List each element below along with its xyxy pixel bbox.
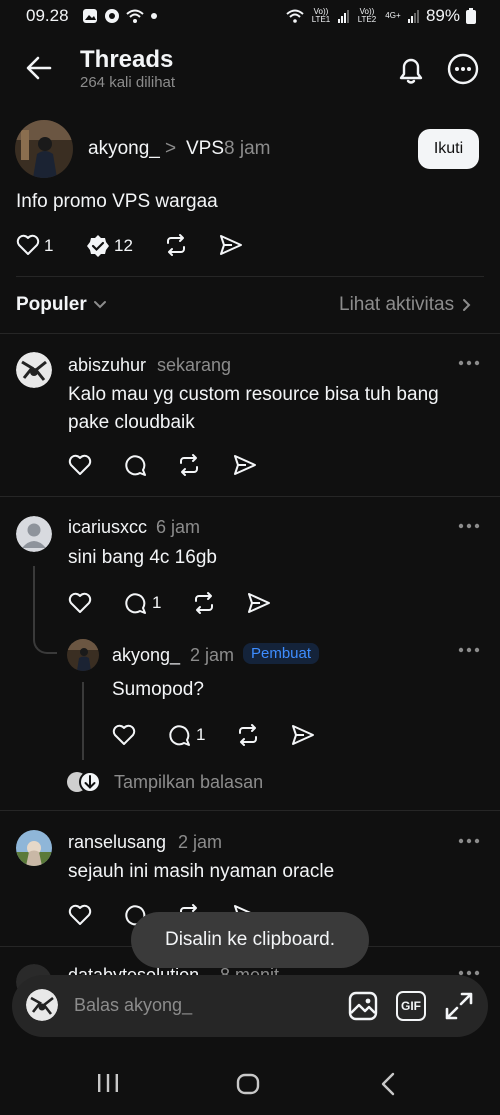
divider: [0, 810, 500, 811]
divider: [16, 276, 484, 277]
my-avatar: [26, 989, 58, 1021]
status-bar: 09.28 Vo)) LTE1 Vo)) LTE2 4G+ 89%: [0, 0, 500, 34]
comment-actions: 1: [66, 590, 286, 618]
follow-button[interactable]: Ikuti: [418, 129, 479, 169]
post-separator: >: [165, 138, 177, 159]
comment-text: Kalo mau yg custom resource bisa tuh ban…: [68, 384, 439, 433]
comment-icon[interactable]: [167, 723, 191, 747]
verified-reply-icon[interactable]: [86, 234, 110, 258]
page-title: Threads: [80, 46, 174, 73]
comment-time: 2 jam: [178, 832, 223, 852]
gif-label: GIF: [401, 999, 421, 1013]
post-community[interactable]: VPS: [186, 138, 224, 160]
battery-icon: [466, 8, 476, 24]
bell-icon[interactable]: [396, 54, 426, 86]
post-text: Info promo VPS wargaa: [16, 191, 218, 212]
comment-avatar[interactable]: [16, 352, 52, 388]
creator-badge: Pembuat: [243, 643, 320, 664]
comment-time: 6 jam: [156, 517, 201, 537]
share-icon[interactable]: [233, 454, 257, 476]
comment-time: sekarang: [157, 355, 232, 375]
share-icon[interactable]: [247, 592, 271, 614]
share-icon[interactable]: [219, 234, 243, 256]
reply-text: Sumopod?: [112, 679, 204, 700]
like-icon[interactable]: [16, 234, 40, 256]
reply-avatars-stack-icon: [67, 771, 101, 793]
comment-author[interactable]: ranselusang: [68, 832, 166, 853]
thread-line: [82, 682, 84, 760]
sort-dropdown[interactable]: Populer: [16, 294, 107, 316]
like-icon[interactable]: [112, 724, 136, 746]
back-arrow-icon[interactable]: [26, 56, 52, 80]
reply-count: 12: [114, 236, 133, 255]
chevron-down-icon: [93, 301, 106, 309]
camera-icon: [105, 9, 119, 23]
post-author-avatar[interactable]: [15, 120, 73, 178]
show-replies-link[interactable]: Tampilkan balasan: [66, 770, 263, 794]
more-icon[interactable]: [458, 523, 480, 529]
expand-icon[interactable]: [444, 991, 474, 1021]
reply-input[interactable]: Balas akyong_: [74, 995, 192, 1016]
reply-avatar[interactable]: [67, 639, 99, 671]
share-icon[interactable]: [291, 724, 315, 746]
view-count: 264 kali dilihat: [80, 74, 176, 91]
more-icon[interactable]: [458, 647, 480, 653]
comment-avatar[interactable]: [16, 830, 52, 866]
image-icon[interactable]: [348, 991, 378, 1021]
post-actions: 1 12: [0, 228, 500, 262]
status-time: 09.28: [26, 6, 69, 25]
sim1-label: Vo)) LTE1: [311, 7, 331, 24]
comment-reply-count: 1: [152, 593, 162, 612]
comment-actions: [66, 452, 286, 480]
gallery-icon: [83, 9, 97, 23]
more-options-icon[interactable]: [447, 53, 479, 85]
clipboard-toast: Disalin ke clipboard.: [131, 912, 369, 968]
signal-icon-1: [337, 10, 349, 23]
like-icon[interactable]: [68, 592, 92, 614]
activity-label: Lihat aktivitas: [339, 294, 455, 315]
gif-button[interactable]: GIF: [396, 991, 426, 1021]
thread-line: [33, 566, 57, 654]
more-icon[interactable]: [458, 360, 480, 366]
like-icon[interactable]: [68, 904, 92, 926]
post-time: 8 jam: [224, 138, 271, 159]
system-nav-bar: [0, 1050, 500, 1115]
comment-author[interactable]: icariusxcc: [68, 517, 147, 538]
repost-icon[interactable]: [177, 453, 201, 477]
sim2-label: Vo)) LTE2: [357, 7, 377, 24]
sort-label: Populer: [16, 294, 87, 315]
divider: [0, 496, 500, 497]
comment-text: sejauh ini masih nyaman oracle: [68, 861, 335, 882]
comment-author[interactable]: abiszuhur: [68, 355, 146, 376]
more-icon[interactable]: [458, 838, 480, 844]
comment-icon[interactable]: [123, 591, 147, 615]
chevron-right-icon: [463, 299, 471, 311]
repost-icon[interactable]: [236, 723, 260, 747]
like-count: 1: [44, 236, 54, 255]
show-replies-label: Tampilkan balasan: [114, 771, 264, 792]
divider: [0, 333, 500, 334]
network-label: 4G+: [385, 11, 401, 20]
reply-author[interactable]: akyong_: [112, 645, 180, 666]
back-nav-icon[interactable]: [380, 1072, 396, 1096]
battery-percent: 89%: [425, 6, 460, 25]
wifi-status-icon: [126, 9, 144, 23]
comment-avatar[interactable]: [16, 516, 52, 552]
activity-link[interactable]: Lihat aktivitas: [339, 294, 472, 316]
post-author-name[interactable]: akyong_: [88, 138, 160, 160]
repost-icon[interactable]: [164, 233, 188, 257]
wifi-icon: [286, 9, 304, 23]
reply-actions: 1: [110, 722, 330, 750]
signal-icon-2: [407, 10, 419, 23]
comment-icon[interactable]: [123, 453, 147, 477]
repost-icon[interactable]: [192, 591, 216, 615]
dot-icon: [151, 13, 157, 19]
comment-text: sini bang 4c 16gb: [68, 547, 217, 568]
recent-apps-icon[interactable]: [97, 1073, 119, 1093]
home-icon[interactable]: [236, 1073, 260, 1095]
like-icon[interactable]: [68, 454, 92, 476]
reply-time: 2 jam: [190, 645, 235, 665]
reply-reply-count: 1: [196, 725, 206, 744]
